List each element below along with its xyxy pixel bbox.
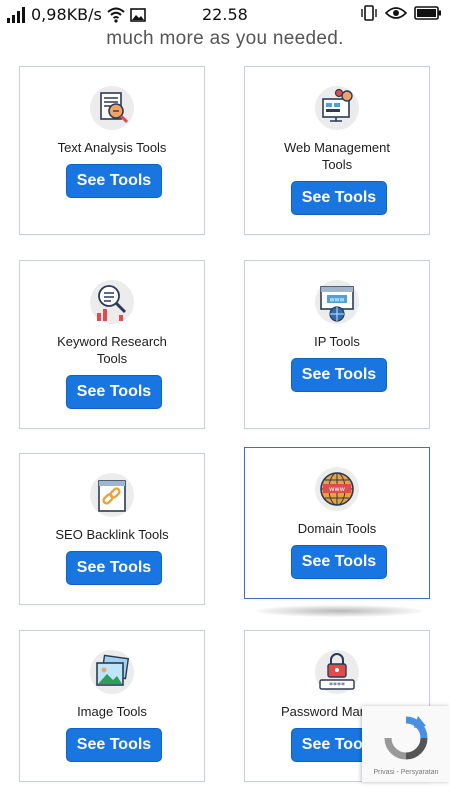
svg-text:www: www xyxy=(329,485,346,493)
image-icon xyxy=(130,7,146,22)
see-tools-button[interactable]: See Tools xyxy=(66,375,162,409)
clock: 22.58 xyxy=(202,5,248,24)
signal-icon xyxy=(7,6,25,23)
card-title: Domain Tools xyxy=(297,521,377,536)
battery-icon xyxy=(414,6,441,20)
card-title: Web Management Tools xyxy=(284,140,390,172)
tool-card-text-analysis: Text Analysis Tools See Tools xyxy=(19,66,205,235)
ip-tools-icon: www xyxy=(315,280,359,324)
tool-card-domain-tools: www Domain Tools See Tools xyxy=(244,447,430,599)
intro-text: much more as you needed. xyxy=(106,28,344,49)
recaptcha-icon xyxy=(384,716,428,760)
tool-card-image-tools: Image Tools See Tools xyxy=(19,630,205,782)
text-analysis-icon xyxy=(90,86,134,130)
card-title: Text Analysis Tools xyxy=(57,140,167,155)
see-tools-button[interactable]: See Tools xyxy=(291,181,387,215)
web-management-icon xyxy=(315,86,359,130)
tool-card-web-management: Web Management Tools See Tools xyxy=(244,66,430,235)
see-tools-button[interactable]: See Tools xyxy=(291,358,387,392)
wifi-icon xyxy=(107,7,125,23)
status-bar: 0,98KB/s 22.58 xyxy=(0,0,450,30)
tool-card-seo-backlink: SEO Backlink Tools See Tools xyxy=(19,453,205,605)
network-speed: 0,98KB/s xyxy=(31,5,102,24)
see-tools-button[interactable]: See Tools xyxy=(66,551,162,585)
see-tools-button[interactable]: See Tools xyxy=(291,545,387,579)
keyword-research-icon xyxy=(90,280,134,324)
card-hover-shadow xyxy=(255,605,423,617)
see-tools-button[interactable]: See Tools xyxy=(66,164,162,198)
see-tools-button[interactable]: See Tools xyxy=(66,728,162,762)
recaptcha-badge[interactable]: Privasi - Persyaratan xyxy=(362,706,450,782)
domain-icon: www xyxy=(315,467,359,511)
card-title: Image Tools xyxy=(77,704,147,719)
card-title: SEO Backlink Tools xyxy=(55,527,169,542)
card-title: IP Tools xyxy=(314,334,360,349)
card-title: Keyword Research Tools xyxy=(57,334,167,366)
tool-card-ip-tools: www IP Tools See Tools xyxy=(244,260,430,429)
tool-card-keyword-research: Keyword Research Tools See Tools xyxy=(19,260,205,429)
password-icon: **** xyxy=(315,650,359,694)
eye-icon xyxy=(385,7,407,19)
recaptcha-links[interactable]: Privasi - Persyaratan xyxy=(362,769,450,776)
vibrate-icon xyxy=(361,5,377,21)
svg-text:www: www xyxy=(330,297,345,304)
svg-text:****: **** xyxy=(329,681,345,690)
backlink-icon xyxy=(90,473,134,517)
image-tools-icon xyxy=(90,650,134,694)
